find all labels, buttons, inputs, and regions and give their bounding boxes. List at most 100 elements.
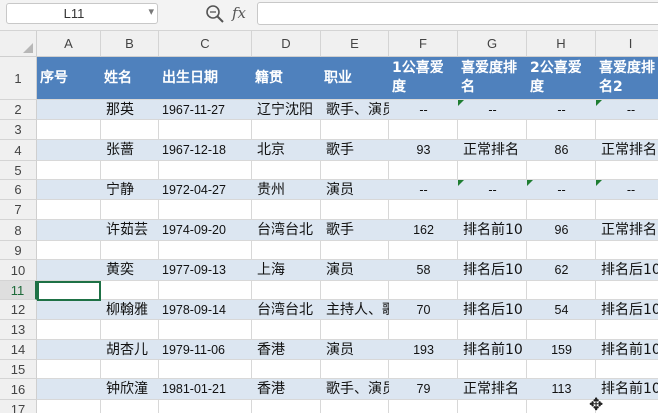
cell-origin[interactable]: 台湾台北	[252, 220, 321, 240]
cell-name[interactable]: 钟欣潼	[101, 379, 159, 399]
cell-pop1[interactable]: 70	[389, 300, 458, 319]
cell-pop2[interactable]: 159	[527, 340, 596, 359]
cell-rank2[interactable]: 正常排名	[596, 140, 658, 160]
cell-pop1[interactable]: 79	[389, 379, 458, 399]
cell-job[interactable]: 歌手	[321, 140, 389, 160]
cell-pop1[interactable]: 193	[389, 340, 458, 359]
row-header-3[interactable]: 3	[0, 120, 37, 140]
cell-origin[interactable]: 台湾台北	[252, 300, 321, 319]
row-header-2[interactable]: 2	[0, 100, 37, 120]
cell-origin[interactable]: 香港	[252, 340, 321, 359]
column-header-e[interactable]: E	[321, 31, 389, 57]
cell-job[interactable]: 演员	[321, 180, 389, 199]
cell-name[interactable]: 柳翰雅	[101, 300, 159, 319]
cell-pop2[interactable]: 54	[527, 300, 596, 319]
cell-pop2[interactable]: 113	[527, 379, 596, 399]
cell-rank2[interactable]: 排名后10	[596, 260, 658, 280]
cell-rank2[interactable]: 正常排名	[596, 220, 658, 240]
cell-pop1[interactable]: --	[389, 100, 458, 119]
formula-input[interactable]	[257, 2, 658, 25]
cell-rank1[interactable]: 排名前10	[458, 220, 527, 240]
cell-job[interactable]: 主持人、歌手	[321, 300, 389, 319]
cell-birth[interactable]: 1978-09-14	[159, 300, 252, 319]
cell-job[interactable]: 歌手、演员	[321, 379, 389, 399]
cell-pop1[interactable]: --	[389, 180, 458, 199]
cell-pop1[interactable]: 93	[389, 140, 458, 160]
cell-birth[interactable]: 1977-09-13	[159, 260, 252, 280]
cell-origin[interactable]: 辽宁沈阳	[252, 100, 321, 119]
cell-birth[interactable]: 1979-11-06	[159, 340, 252, 359]
cell-job[interactable]: 歌手	[321, 220, 389, 240]
cell-rank1[interactable]: --	[458, 100, 527, 119]
cell-name[interactable]: 胡杏儿	[101, 340, 159, 359]
cell-rank2[interactable]: --	[596, 100, 658, 119]
cell-origin[interactable]: 北京	[252, 140, 321, 160]
cell-rank1[interactable]: 正常排名	[458, 140, 527, 160]
cell-birth[interactable]: 1974-09-20	[159, 220, 252, 240]
cell-pop1[interactable]: 58	[389, 260, 458, 280]
header-origin[interactable]: 籍贯	[252, 57, 321, 99]
cell-birth[interactable]: 1967-11-27	[159, 100, 252, 119]
cell-rank1[interactable]: 排名前10	[458, 340, 527, 359]
select-all-corner[interactable]	[0, 31, 37, 57]
cell-rank2[interactable]: 排名后10	[596, 300, 658, 319]
cell-name[interactable]: 许茹芸	[101, 220, 159, 240]
row-header-13[interactable]: 13	[0, 320, 37, 340]
cell-job[interactable]: 演员	[321, 340, 389, 359]
row-header-5[interactable]: 5	[0, 161, 37, 180]
cell-origin[interactable]: 香港	[252, 379, 321, 399]
cell-origin[interactable]: 贵州	[252, 180, 321, 199]
header-rank1[interactable]: 喜爱度排名	[458, 57, 527, 99]
cell-name[interactable]: 宁静	[101, 180, 159, 199]
cell-pop2[interactable]: 86	[527, 140, 596, 160]
column-header-c[interactable]: C	[159, 31, 252, 57]
row-header-7[interactable]: 7	[0, 200, 37, 220]
column-header-a[interactable]: A	[37, 31, 101, 57]
cell-pop2[interactable]: --	[527, 180, 596, 199]
row-header-15[interactable]: 15	[0, 360, 37, 379]
cell-pop2[interactable]: --	[527, 100, 596, 119]
header-pop2[interactable]: 2公喜爱度	[527, 57, 596, 99]
cell-rank2[interactable]: --	[596, 180, 658, 199]
row-header-1[interactable]: 1	[0, 57, 37, 100]
cell-name[interactable]: 张蔷	[101, 140, 159, 160]
cell-birth[interactable]: 1967-12-18	[159, 140, 252, 160]
cell-rank1[interactable]: 排名后10	[458, 260, 527, 280]
row-header-4[interactable]: 4	[0, 140, 37, 161]
cell-pop1[interactable]: 162	[389, 220, 458, 240]
column-header-d[interactable]: D	[252, 31, 321, 57]
row-header-10[interactable]: 10	[0, 260, 37, 281]
cell-name[interactable]: 黄奕	[101, 260, 159, 280]
active-cell-selection[interactable]	[37, 281, 101, 301]
header-birth[interactable]: 出生日期	[159, 57, 252, 99]
column-header-f[interactable]: F	[389, 31, 458, 57]
name-box[interactable]: L11 ▾	[6, 3, 158, 24]
cell-pop2[interactable]: 62	[527, 260, 596, 280]
header-pop1[interactable]: 1公喜爱度	[389, 57, 458, 99]
row-header-11[interactable]: 11	[0, 281, 37, 300]
row-header-12[interactable]: 12	[0, 300, 37, 320]
cell-origin[interactable]: 上海	[252, 260, 321, 280]
column-header-h[interactable]: H	[527, 31, 596, 57]
column-header-b[interactable]: B	[101, 31, 159, 57]
cell-rank1[interactable]: 正常排名	[458, 379, 527, 399]
row-header-6[interactable]: 6	[0, 180, 37, 200]
fx-icon[interactable]: fx	[232, 4, 246, 22]
row-header-9[interactable]: 9	[0, 241, 37, 260]
column-header-g[interactable]: G	[458, 31, 527, 57]
header-name[interactable]: 姓名	[101, 57, 159, 99]
zoom-icon[interactable]	[204, 3, 226, 25]
cell-name[interactable]: 那英	[101, 100, 159, 119]
row-header-16[interactable]: 16	[0, 379, 37, 400]
header-job[interactable]: 职业	[321, 57, 389, 99]
chevron-down-icon[interactable]: ▾	[148, 5, 154, 18]
cell-job[interactable]: 演员	[321, 260, 389, 280]
column-header-i[interactable]: I	[596, 31, 658, 57]
cell-rank2[interactable]: 排名前10	[596, 340, 658, 359]
row-header-17[interactable]: 17	[0, 400, 37, 413]
cell-job[interactable]: 歌手、演员	[321, 100, 389, 119]
header-rank2[interactable]: 喜爱度排名2	[596, 57, 658, 99]
cell-rank1[interactable]: --	[458, 180, 527, 199]
cell-rank1[interactable]: 排名后10	[458, 300, 527, 319]
header-seq[interactable]: 序号	[37, 57, 101, 99]
